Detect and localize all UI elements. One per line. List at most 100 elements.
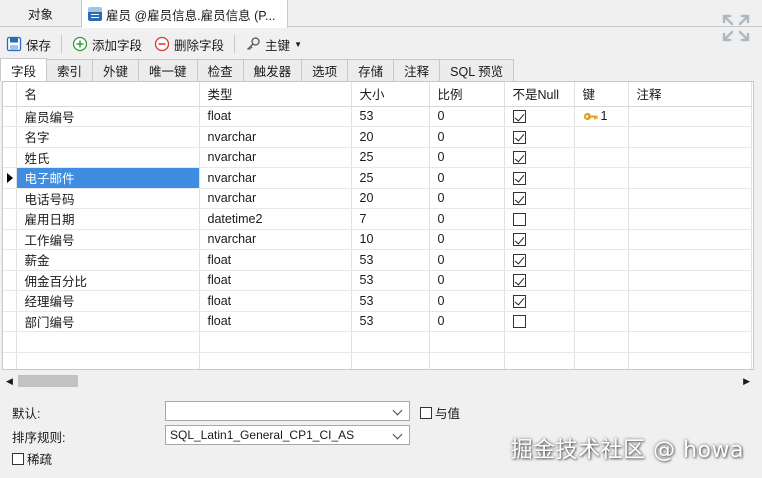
cell-size[interactable]: 53 [351, 290, 430, 312]
cell-comment[interactable] [628, 270, 752, 291]
subtab-comment[interactable]: 注释 [393, 59, 441, 81]
cell-scale[interactable]: 0 [429, 167, 505, 189]
not-null-checkbox[interactable] [512, 130, 526, 144]
not-null-checkbox[interactable] [512, 110, 526, 124]
row-header[interactable] [3, 106, 17, 127]
cell-comment[interactable] [628, 167, 752, 189]
cell-scale[interactable]: 0 [429, 126, 505, 148]
collation-combobox[interactable]: SQL_Latin1_General_CP1_CI_AS [165, 425, 410, 445]
column-header-not-null[interactable]: 不是Null [504, 82, 575, 107]
table-row[interactable]: 名字 nvarchar 20 0 [3, 126, 752, 148]
table-row[interactable]: 经理编号 float 53 0 [3, 290, 752, 312]
tab-objects[interactable]: 对象 [0, 0, 82, 27]
cell-size[interactable]: 53 [351, 106, 430, 127]
cell-key[interactable] [574, 290, 629, 312]
cell-type[interactable]: float [199, 311, 352, 332]
cell-comment[interactable] [628, 106, 752, 127]
cell-scale[interactable]: 0 [429, 106, 505, 127]
scroll-left-icon[interactable]: ◀ [6, 376, 13, 387]
not-null-checkbox[interactable] [512, 315, 526, 329]
table-row[interactable]: 雇员编号 float 53 0 1 [3, 106, 752, 127]
cell-comment[interactable] [628, 311, 752, 332]
cell-name[interactable]: 名字 [16, 126, 200, 148]
subtab-indexes[interactable]: 索引 [46, 59, 94, 81]
not-null-checkbox[interactable] [512, 151, 526, 165]
cell-size[interactable]: 53 [351, 311, 430, 332]
column-header-name[interactable]: 名 [16, 82, 200, 107]
subtab-storage[interactable]: 存储 [347, 59, 395, 81]
cell-size[interactable]: 20 [351, 188, 430, 209]
cell-size[interactable]: 53 [351, 270, 430, 291]
cell-comment[interactable] [628, 208, 752, 230]
default-combobox[interactable] [165, 401, 410, 421]
cell-comment[interactable] [628, 249, 752, 271]
cell-type[interactable]: datetime2 [199, 208, 352, 230]
cell-key[interactable] [574, 147, 629, 168]
cell-name[interactable]: 薪金 [16, 249, 200, 271]
scroll-right-icon[interactable]: ▶ [743, 376, 750, 387]
cell-type[interactable]: nvarchar [199, 167, 352, 189]
cell-name[interactable]: 姓氏 [16, 147, 200, 168]
cell-name[interactable]: 电子邮件 [16, 167, 200, 189]
cell-key[interactable] [574, 229, 629, 250]
cell-scale[interactable]: 0 [429, 290, 505, 312]
cell-key[interactable]: 1 [574, 106, 629, 127]
not-null-checkbox[interactable] [512, 212, 526, 226]
cell-comment[interactable] [628, 188, 752, 209]
cell-size[interactable]: 7 [351, 208, 430, 230]
row-header[interactable] [3, 290, 17, 312]
cell-key[interactable] [574, 167, 629, 189]
cell-type[interactable]: float [199, 106, 352, 127]
table-row[interactable]: 部门编号 float 53 0 [3, 311, 752, 332]
delete-field-button[interactable]: 删除字段 [148, 32, 230, 56]
cell-comment[interactable] [628, 126, 752, 148]
cell-scale[interactable]: 0 [429, 208, 505, 230]
subtab-triggers[interactable]: 触发器 [242, 59, 303, 81]
cell-key[interactable] [574, 208, 629, 230]
cell-size[interactable]: 25 [351, 167, 430, 189]
with-value-option[interactable]: 与值 [420, 403, 460, 422]
add-field-button[interactable]: 添加字段 [66, 32, 148, 56]
save-button[interactable]: 保存 [0, 32, 57, 56]
not-null-checkbox[interactable] [512, 171, 526, 185]
cell-name[interactable]: 佣金百分比 [16, 270, 200, 291]
chevron-down-icon[interactable] [392, 429, 403, 440]
column-header-key[interactable]: 键 [574, 82, 629, 107]
cell-name[interactable]: 部门编号 [16, 311, 200, 332]
cell-size[interactable]: 20 [351, 126, 430, 148]
subtab-sql-preview[interactable]: SQL 预览 [439, 59, 515, 81]
chevron-down-icon[interactable] [392, 405, 403, 416]
subtab-unique-keys[interactable]: 唯一键 [138, 59, 198, 81]
cell-comment[interactable] [628, 229, 752, 250]
table-row[interactable]: 电话号码 nvarchar 20 0 [3, 188, 752, 209]
cell-type[interactable]: float [199, 270, 352, 291]
cell-size[interactable]: 10 [351, 229, 430, 250]
cell-type[interactable]: nvarchar [199, 188, 352, 209]
cell-scale[interactable]: 0 [429, 188, 505, 209]
subtab-options[interactable]: 选项 [301, 59, 349, 81]
row-header[interactable] [3, 188, 17, 209]
subtab-foreign-keys[interactable]: 外键 [92, 59, 140, 81]
cell-comment[interactable] [628, 147, 752, 168]
cell-name[interactable]: 雇用日期 [16, 208, 200, 230]
row-header[interactable] [3, 167, 17, 189]
subtab-fields[interactable]: 字段 [0, 58, 48, 81]
tab-table-designer[interactable]: 雇员 @雇员信息.雇员信息 (P... [82, 0, 288, 28]
cell-key[interactable] [574, 126, 629, 148]
row-header[interactable] [3, 208, 17, 230]
cell-scale[interactable]: 0 [429, 270, 505, 291]
not-null-checkbox[interactable] [512, 294, 526, 308]
not-null-checkbox[interactable] [512, 253, 526, 267]
sparse-checkbox[interactable] [12, 452, 24, 465]
row-header[interactable] [3, 229, 17, 250]
table-row[interactable]: 电子邮件 nvarchar 25 0 [3, 167, 752, 189]
cell-type[interactable]: nvarchar [199, 126, 352, 148]
row-header[interactable] [3, 147, 17, 168]
table-row[interactable]: 工作编号 nvarchar 10 0 [3, 229, 752, 250]
cell-key[interactable] [574, 311, 629, 332]
not-null-checkbox[interactable] [512, 233, 526, 247]
cell-name[interactable]: 雇员编号 [16, 106, 200, 127]
column-header-scale[interactable]: 比例 [429, 82, 505, 107]
cell-key[interactable] [574, 249, 629, 271]
scrollbar-thumb[interactable] [18, 375, 78, 387]
